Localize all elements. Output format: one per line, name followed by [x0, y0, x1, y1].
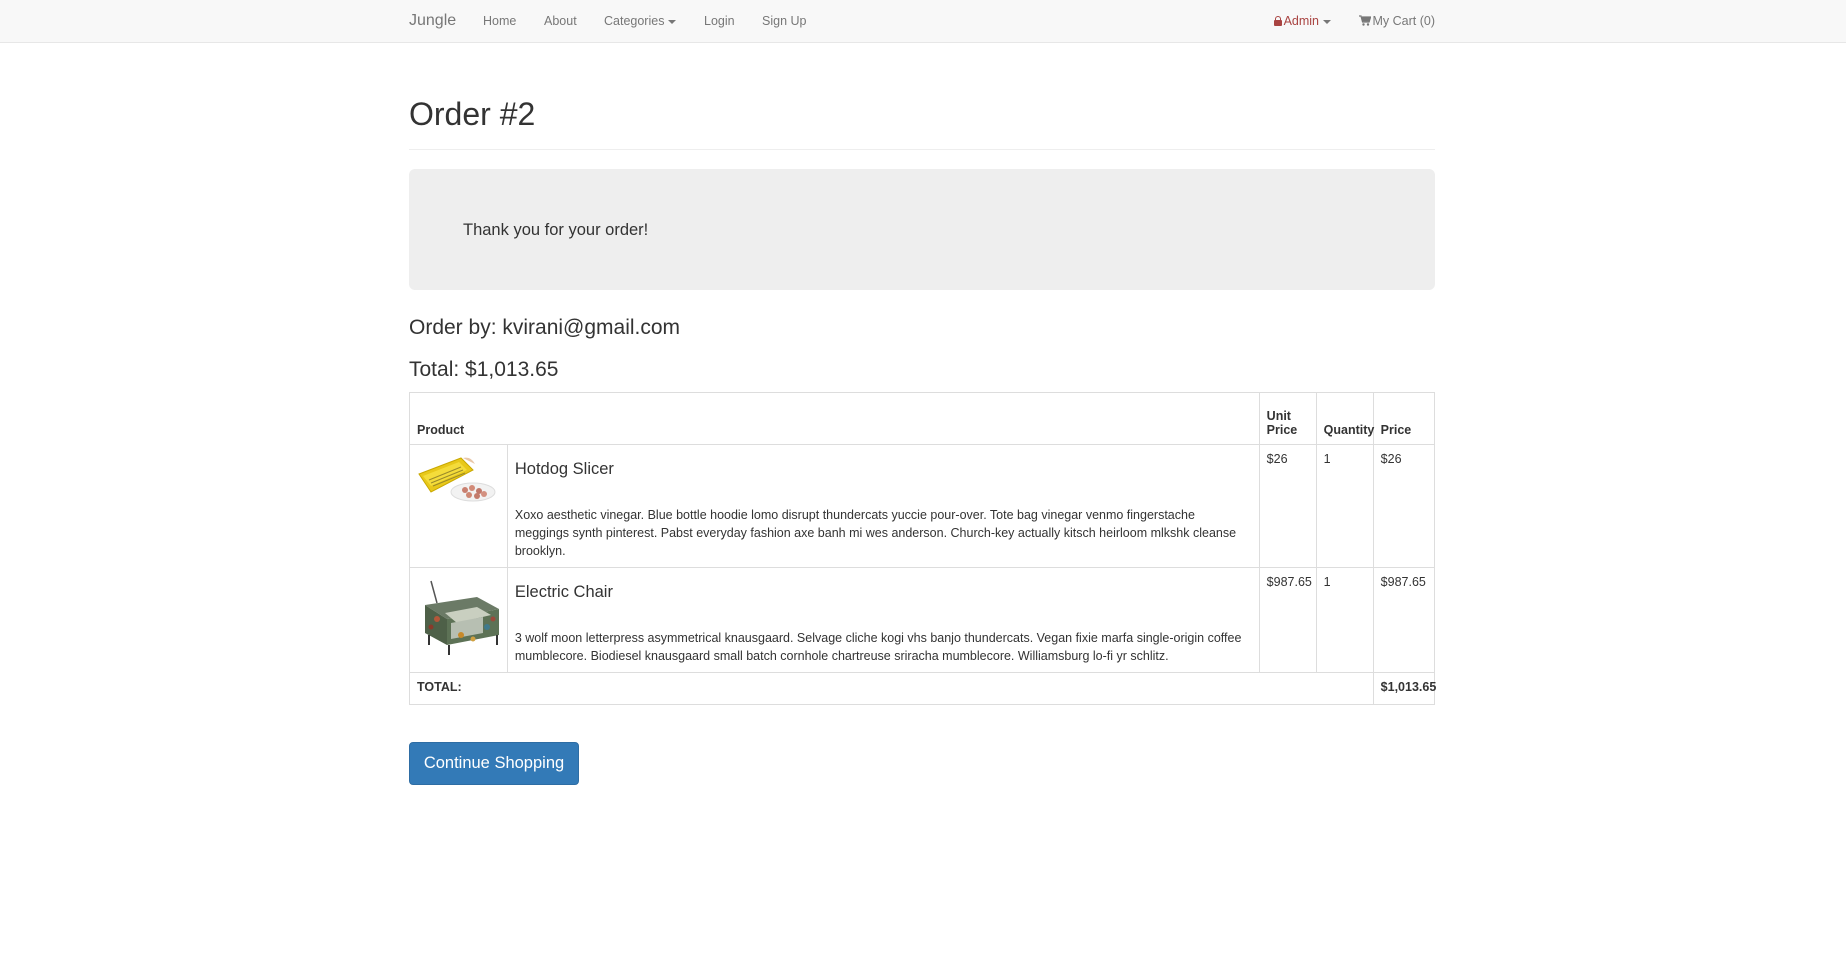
total-value: $1,013.65 — [1372, 672, 1436, 705]
thank-you-message: Thank you for your order! — [463, 221, 649, 239]
product-image-cell — [409, 567, 508, 673]
categories-label: Categories — [604, 14, 665, 28]
unit-price-cell: $987.65 — [1258, 567, 1317, 673]
shopping-cart-icon — [1358, 15, 1371, 26]
unit-price-cell: $26 — [1258, 444, 1317, 568]
hotdog-slicer-image — [417, 452, 505, 540]
nav-categories-dropdown[interactable]: Categories — [604, 14, 677, 28]
nav-signup-link[interactable]: Sign Up — [762, 14, 806, 28]
caret-down-icon — [1323, 19, 1331, 24]
caret-down-icon — [668, 19, 677, 24]
product-name: Electric Chair — [514, 583, 613, 601]
order-total-heading: Total: $1,013.65 — [409, 358, 559, 381]
lock-icon — [1273, 16, 1282, 26]
price-cell: $987.65 — [1372, 567, 1436, 673]
order-items-table: Product Unit Price Quantity Price Hotdog… — [409, 392, 1436, 705]
header-quantity: Quantity — [1315, 392, 1374, 445]
top-navbar: Jungle Home About Categories Login Sign … — [0, 0, 1846, 43]
admin-label: Admin — [1283, 14, 1319, 28]
admin-dropdown[interactable]: Admin — [1273, 14, 1331, 28]
nav-about-link[interactable]: About — [544, 14, 577, 28]
quantity-cell: 1 — [1315, 567, 1374, 673]
total-row: TOTAL: $1,013.65 — [409, 672, 1436, 705]
table-row: Electric Chair 3 wolf moon letterpress a… — [409, 567, 1436, 673]
header-price: Price — [1372, 392, 1436, 445]
header-unit-price: Unit Price — [1258, 392, 1317, 445]
continue-shopping-button[interactable]: Continue Shopping — [409, 742, 579, 785]
title-divider — [409, 149, 1435, 150]
header-product: Product — [409, 392, 1260, 445]
nav-home-link[interactable]: Home — [483, 14, 516, 28]
product-description: 3 wolf moon letterpress asymmetrical kna… — [514, 631, 1242, 663]
thank-you-panel: Thank you for your order! — [409, 169, 1435, 290]
page-title: Order #2 — [409, 96, 536, 132]
quantity-cell: 1 — [1315, 444, 1374, 568]
product-info-cell: Electric Chair 3 wolf moon letterpress a… — [506, 567, 1260, 673]
price-cell: $26 — [1372, 444, 1436, 568]
electric-chair-image — [417, 575, 505, 663]
product-name: Hotdog Slicer — [514, 460, 614, 478]
product-image-cell — [409, 444, 508, 568]
product-info-cell: Hotdog Slicer Xoxo aesthetic vinegar. Bl… — [506, 444, 1260, 568]
my-cart-link[interactable]: My Cart (0) — [1358, 14, 1436, 28]
cart-label: My Cart (0) — [1372, 14, 1436, 28]
total-label: TOTAL: — [409, 672, 1374, 705]
order-by-heading: Order by: kvirani@gmail.com — [409, 316, 681, 339]
product-description: Xoxo aesthetic vinegar. Blue bottle hood… — [514, 508, 1237, 558]
nav-login-link[interactable]: Login — [704, 14, 735, 28]
table-row: Hotdog Slicer Xoxo aesthetic vinegar. Bl… — [409, 444, 1436, 568]
brand-link[interactable]: Jungle — [409, 12, 456, 30]
